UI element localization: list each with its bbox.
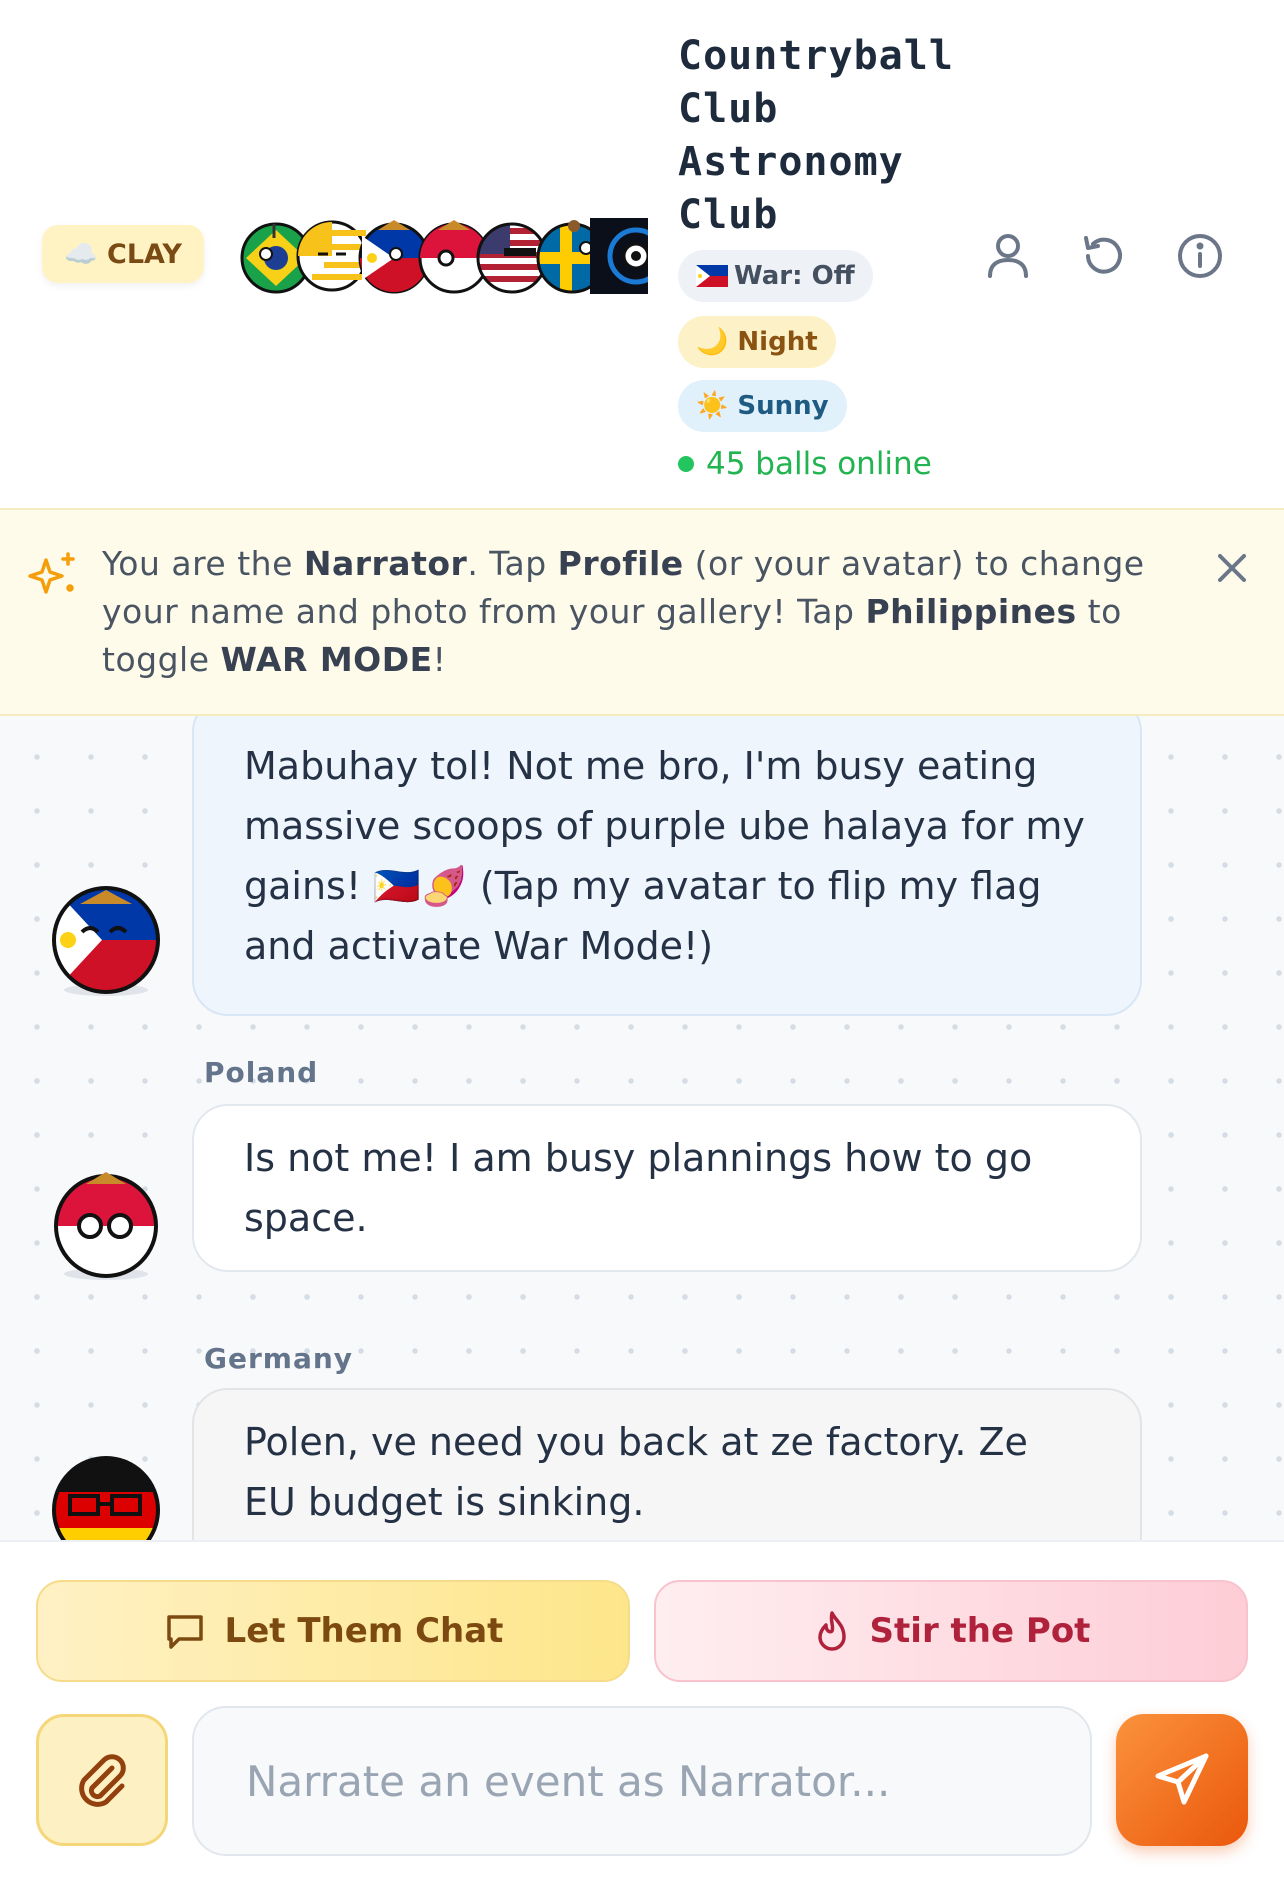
narrate-input-container — [192, 1706, 1092, 1856]
avatar-philippines[interactable] — [50, 884, 162, 996]
style-badge[interactable]: ☁️ CLAY — [42, 225, 204, 283]
banner-war-mode: WAR MODE — [220, 640, 433, 679]
banner-role: Narrator — [303, 544, 468, 583]
banner-profile: Profile — [557, 544, 684, 583]
header: ☁️ CLAY Countryball Club Astronomy Club … — [0, 0, 1284, 508]
chat-bubble-icon — [166, 1615, 203, 1649]
war-mode-label: War: Off — [734, 261, 855, 291]
title-block: Countryball Club Astronomy Club War: Off… — [678, 30, 978, 482]
attach-button[interactable] — [36, 1714, 168, 1846]
online-status: 45 balls online — [678, 446, 978, 482]
stir-the-pot-label: Stir the Pot — [869, 1611, 1091, 1651]
narrator-tip-banner: You are the Narrator. Tap Profile (or yo… — [0, 508, 1284, 716]
flame-icon — [817, 1611, 846, 1651]
banner-suffix: ! — [432, 640, 447, 679]
close-banner-icon[interactable] — [1208, 544, 1256, 592]
avatar-dark-ball — [590, 218, 648, 294]
reset-icon[interactable] — [1076, 228, 1132, 284]
philippines-flag-icon — [696, 265, 728, 287]
message-text: Is not me! I am busy plannings how to go… — [244, 1136, 1033, 1240]
let-them-chat-label: Let Them Chat — [224, 1611, 504, 1651]
chat-messages[interactable]: Mabuhay tol! Not me bro, I'm busy eating… — [0, 716, 1284, 1540]
sender-name: Germany — [204, 1342, 354, 1375]
message-bubble: Polen, ve need you back at ze factory. Z… — [192, 1388, 1142, 1540]
online-count: 45 balls online — [706, 446, 932, 482]
avatar-germany[interactable] — [50, 1454, 162, 1540]
war-mode-chip[interactable]: War: Off — [678, 250, 873, 302]
message-text: Polen, ve need you back at ze factory. Z… — [244, 1420, 1028, 1524]
let-them-chat-button[interactable]: Let Them Chat — [36, 1580, 630, 1682]
stir-the-pot-button[interactable]: Stir the Pot — [654, 1580, 1248, 1682]
narrate-input[interactable] — [246, 1756, 1038, 1806]
message-text: Mabuhay tol! Not me bro, I'm busy eating… — [244, 744, 1085, 968]
banner-text: You are the Narrator. Tap Profile (or yo… — [102, 540, 1202, 684]
message-bubble: Mabuhay tol! Not me bro, I'm busy eating… — [192, 716, 1142, 1016]
send-icon — [1155, 1753, 1209, 1805]
sender-name: Poland — [204, 1056, 319, 1089]
avatar-poland[interactable] — [50, 1168, 162, 1280]
composer-footer: Let Them Chat Stir the Pot — [0, 1540, 1284, 1890]
weather-chip[interactable]: ☀️ Sunny — [678, 380, 847, 432]
send-button[interactable] — [1116, 1714, 1248, 1846]
info-icon[interactable] — [1172, 228, 1228, 284]
banner-mid1: . Tap — [467, 544, 558, 583]
paperclip-icon — [79, 1754, 126, 1807]
banner-prefix: You are the — [102, 544, 304, 583]
app-frame: ☁️ CLAY Countryball Club Astronomy Club … — [0, 0, 1284, 1890]
banner-country: Philippines — [865, 592, 1077, 631]
sparkles-icon — [28, 552, 75, 594]
page-title: Countryball Club Astronomy Club — [678, 33, 954, 238]
time-of-day-chip[interactable]: 🌙 Night — [678, 316, 836, 368]
profile-icon[interactable] — [980, 228, 1036, 284]
message-bubble: Is not me! I am busy plannings how to go… — [192, 1104, 1142, 1272]
participant-avatars[interactable] — [238, 218, 648, 294]
online-dot-icon — [678, 456, 694, 472]
